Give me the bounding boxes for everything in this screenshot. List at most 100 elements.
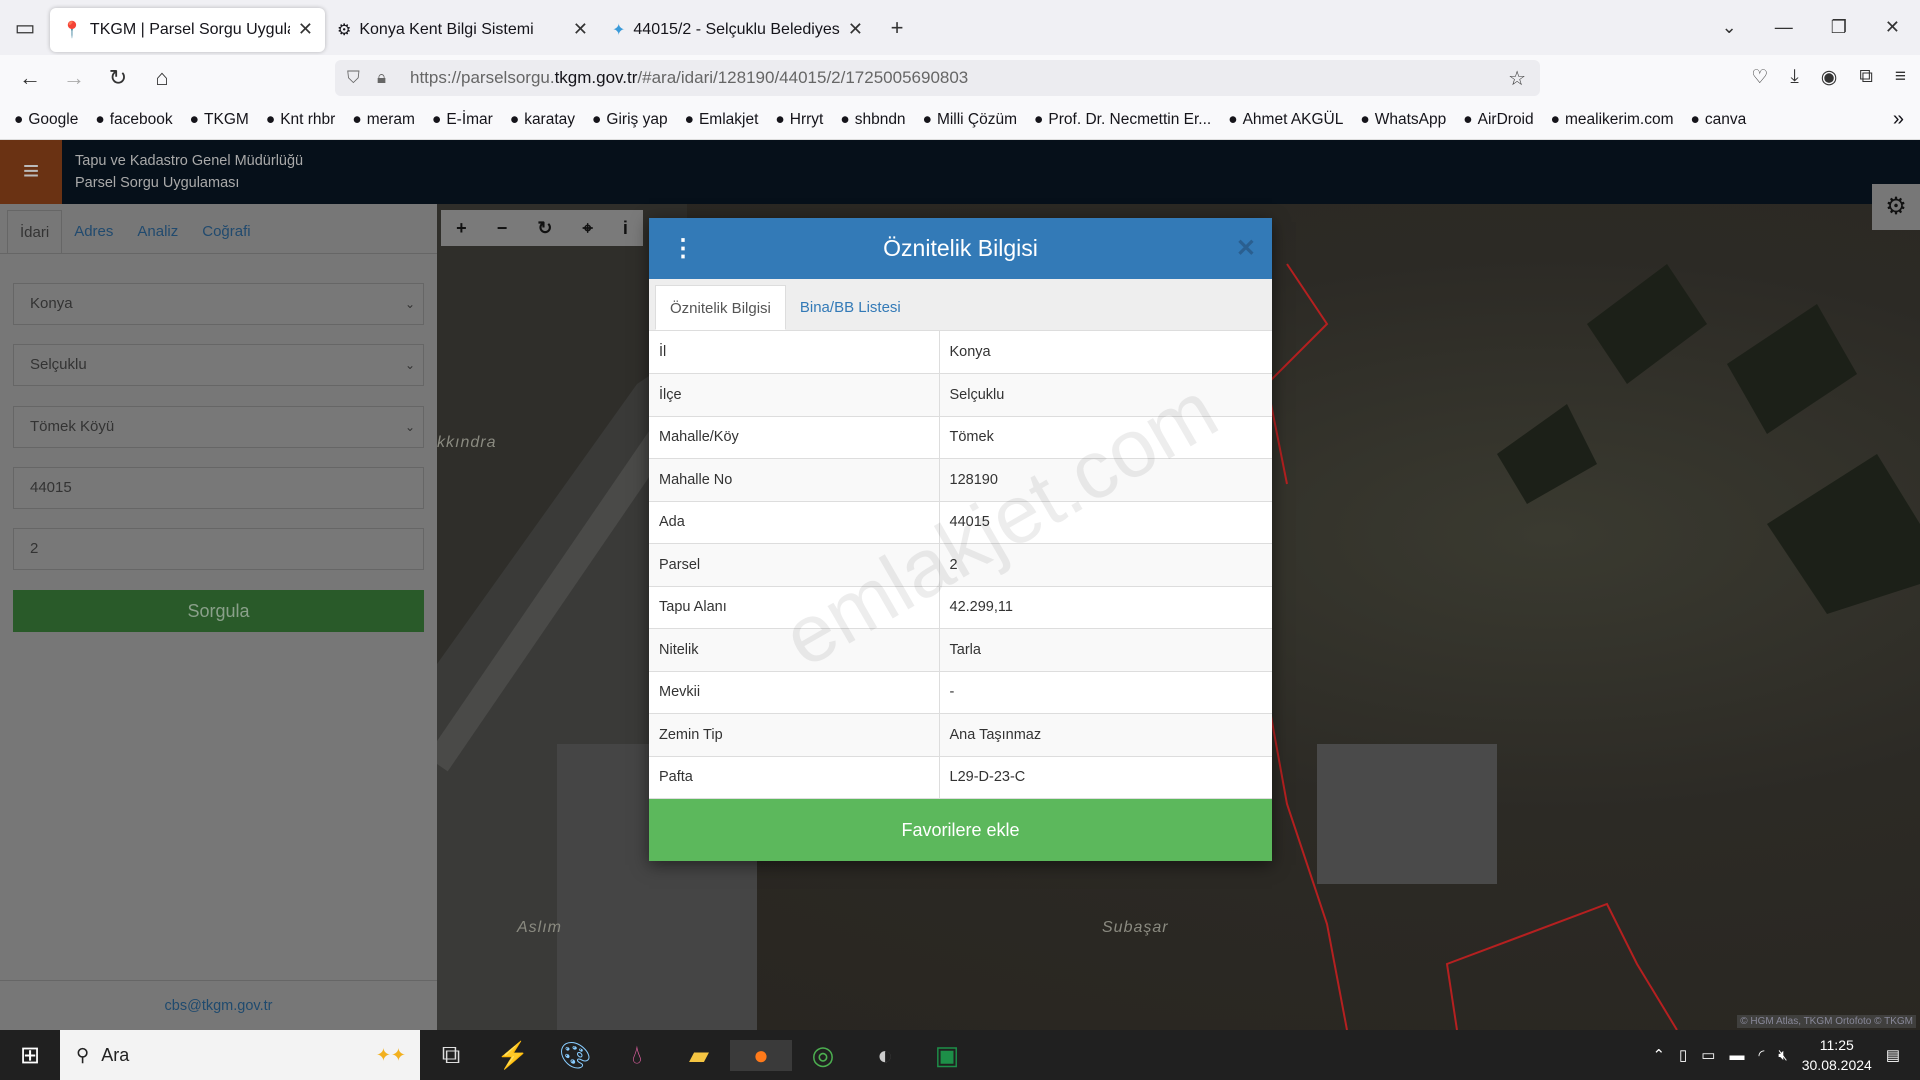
minimize-button[interactable]: — bbox=[1775, 0, 1793, 55]
attribute-label: Parsel bbox=[649, 543, 940, 587]
chevron-up-icon[interactable]: ⌃ bbox=[1652, 1046, 1665, 1064]
bookmark-item[interactable]: ● WhatsApp bbox=[1360, 111, 1446, 129]
mute-icon[interactable]: 🔇︎ bbox=[1778, 1047, 1787, 1064]
info-icon[interactable]: i bbox=[623, 218, 628, 239]
bookmark-item[interactable]: ● canva bbox=[1691, 111, 1747, 129]
excel-icon[interactable]: ▣ bbox=[916, 1040, 978, 1071]
clock[interactable]: 11:25 30.08.2024 bbox=[1802, 1035, 1872, 1075]
pocket-icon[interactable]: ♡ bbox=[1751, 66, 1768, 89]
bookmark-item[interactable]: ● mealikerim.com bbox=[1551, 111, 1674, 129]
download-icon[interactable]: ⤓ bbox=[1790, 66, 1798, 89]
close-window-button[interactable]: ✕ bbox=[1885, 0, 1900, 55]
tab-adres[interactable]: Adres bbox=[62, 210, 125, 253]
new-tab-button[interactable]: + bbox=[875, 15, 919, 41]
bookmark-item[interactable]: ● shbndn bbox=[840, 111, 905, 129]
kebab-menu-icon[interactable]: ⋮ bbox=[671, 218, 695, 279]
locate-icon[interactable]: ⌖ bbox=[583, 218, 593, 239]
ilce-select[interactable]: Selçuklu ⌄ bbox=[13, 344, 424, 386]
bookmark-item[interactable]: ● Google bbox=[14, 111, 78, 129]
table-row: Nitelik Tarla bbox=[649, 628, 1272, 672]
browser-tab-tkgm[interactable]: 📍TKGM | Parsel Sorgu Uygulaması✕ bbox=[50, 7, 325, 52]
map-toolbar: + − ↻ ⌖ i bbox=[441, 210, 643, 246]
battery-icon[interactable]: ▬ bbox=[1729, 1047, 1744, 1064]
tab-bina-listesi[interactable]: Bina/BB Listesi bbox=[786, 285, 915, 330]
attribute-value: Selçuklu bbox=[939, 373, 1272, 417]
bookmark-item[interactable]: ● Emlakjet bbox=[685, 111, 759, 129]
attribute-value: 44015 bbox=[939, 501, 1272, 544]
bookmark-item[interactable]: ● E-İmar bbox=[432, 111, 493, 129]
footer-email-link[interactable]: cbs@tkgm.gov.tr bbox=[0, 980, 437, 1030]
tab-idari[interactable]: İdari bbox=[7, 210, 63, 253]
bookmark-item[interactable]: ● Prof. Dr. Necmettin Er... bbox=[1034, 111, 1211, 129]
account-icon[interactable]: ◉ bbox=[1821, 66, 1838, 89]
close-tab-icon[interactable]: ✕ bbox=[573, 19, 588, 40]
tab-cografi[interactable]: Coğrafi bbox=[190, 210, 262, 253]
settings-gear-icon[interactable]: ⚙ bbox=[1872, 184, 1920, 230]
extensions-icon[interactable]: ⧉ bbox=[1859, 66, 1873, 89]
more-bookmarks-icon[interactable]: » bbox=[1893, 108, 1904, 131]
il-select[interactable]: Konya ⌄ bbox=[13, 283, 424, 325]
bookmark-favicon-icon: ● bbox=[95, 110, 105, 128]
device-icon[interactable]: ▯ bbox=[1679, 1046, 1687, 1064]
browser-tab-selcuklu[interactable]: ✦ 44015/2 - Selçuklu Belediyesi - ✕ bbox=[600, 8, 875, 52]
drop-icon[interactable]: 💧︎ bbox=[606, 1039, 668, 1071]
firefox-icon[interactable]: ● bbox=[730, 1039, 792, 1071]
notifications-icon[interactable]: ▤ bbox=[1886, 1046, 1900, 1064]
zoom-in-icon[interactable]: + bbox=[456, 218, 467, 239]
bookmark-item[interactable]: ● Milli Çözüm bbox=[923, 111, 1017, 129]
table-row: Zemin Tip Ana Taşınmaz bbox=[649, 713, 1272, 757]
tab-oznitelik[interactable]: Öznitelik Bilgisi bbox=[655, 285, 786, 330]
home-button[interactable]: ⌂ bbox=[140, 65, 184, 91]
wifi-icon[interactable]: ◜ bbox=[1758, 1046, 1764, 1064]
tab-analiz[interactable]: Analiz bbox=[125, 210, 190, 253]
lock-icon: 🔒︎ bbox=[377, 68, 387, 87]
bookmark-item[interactable]: ● meram bbox=[352, 111, 415, 129]
parsel-input[interactable]: 2 bbox=[13, 528, 424, 570]
bookmark-item[interactable]: ● facebook bbox=[95, 111, 172, 129]
app-icon[interactable]: ◐ bbox=[854, 1040, 916, 1071]
attribute-value: Tömek bbox=[939, 416, 1272, 459]
ada-input[interactable]: 44015 bbox=[13, 467, 424, 509]
task-view-icon[interactable]: ⧉ bbox=[420, 1039, 482, 1071]
monitor-icon[interactable]: ▭ bbox=[1701, 1046, 1715, 1064]
add-to-favorites-button[interactable]: Favorilere ekle bbox=[649, 799, 1272, 861]
bookmark-favicon-icon: ● bbox=[352, 110, 362, 128]
attribute-value: 2 bbox=[939, 543, 1272, 587]
paint-icon[interactable]: 🎨︎ bbox=[544, 1040, 606, 1071]
hamburger-menu-button[interactable]: ≡ bbox=[0, 140, 62, 204]
reload-button[interactable]: ↻ bbox=[96, 65, 140, 91]
mahalle-select[interactable]: Tömek Köyü ⌄ bbox=[13, 406, 424, 448]
dialog-header: ⋮ Öznitelik Bilgisi ✕ bbox=[649, 218, 1272, 279]
tab-list-icon[interactable]: ⌄ bbox=[1722, 0, 1737, 55]
restore-button[interactable]: ❐ bbox=[1831, 0, 1847, 55]
attribute-value: Konya bbox=[939, 331, 1272, 374]
close-tab-icon[interactable]: ✕ bbox=[298, 19, 313, 40]
close-tab-icon[interactable]: ✕ bbox=[848, 19, 863, 40]
bookmark-item[interactable]: ● AirDroid bbox=[1463, 111, 1533, 129]
bookmark-star-icon[interactable]: ☆ bbox=[1508, 66, 1526, 91]
forward-button[interactable]: → bbox=[52, 65, 96, 91]
tab-overview-icon[interactable]: ▭ bbox=[0, 15, 50, 41]
app-icon[interactable]: ⚡ bbox=[482, 1040, 544, 1071]
bookmark-item[interactable]: ● Hrryt bbox=[775, 111, 823, 129]
back-button[interactable]: ← bbox=[8, 65, 52, 91]
attribute-value: L29-D-23-C bbox=[939, 756, 1272, 799]
bookmark-item[interactable]: ● Knt rhbr bbox=[266, 111, 336, 129]
attribute-label: Mahalle No bbox=[649, 458, 940, 502]
chrome-icon[interactable]: ◎ bbox=[792, 1040, 854, 1071]
menu-icon[interactable]: ≡ bbox=[1895, 66, 1906, 89]
browser-tab-konya[interactable]: ⚙ Konya Kent Bilgi Sistemi ✕ bbox=[325, 8, 600, 52]
taskbar-search[interactable]: ⚲ Ara ✦✦ bbox=[60, 1030, 420, 1080]
sorgula-button[interactable]: Sorgula bbox=[13, 590, 424, 632]
close-icon[interactable]: ✕ bbox=[1236, 218, 1256, 279]
file-explorer-icon[interactable]: ▰ bbox=[668, 1040, 730, 1071]
refresh-icon[interactable]: ↻ bbox=[537, 218, 552, 239]
bookmark-item[interactable]: ● karatay bbox=[510, 111, 575, 129]
bookmark-item[interactable]: ● Ahmet AKGÜL bbox=[1228, 111, 1343, 129]
bookmark-item[interactable]: ● TKGM bbox=[190, 111, 249, 129]
bookmark-favicon-icon: ● bbox=[1228, 110, 1238, 128]
zoom-out-icon[interactable]: − bbox=[497, 218, 508, 239]
bookmark-item[interactable]: ● Giriş yap bbox=[592, 111, 668, 129]
windows-start-icon[interactable]: ⊞ bbox=[0, 1041, 60, 1070]
url-bar[interactable]: ⛉ 🔒︎ https://parselsorgu. tkgm.gov.tr/#ar… bbox=[335, 60, 1540, 96]
